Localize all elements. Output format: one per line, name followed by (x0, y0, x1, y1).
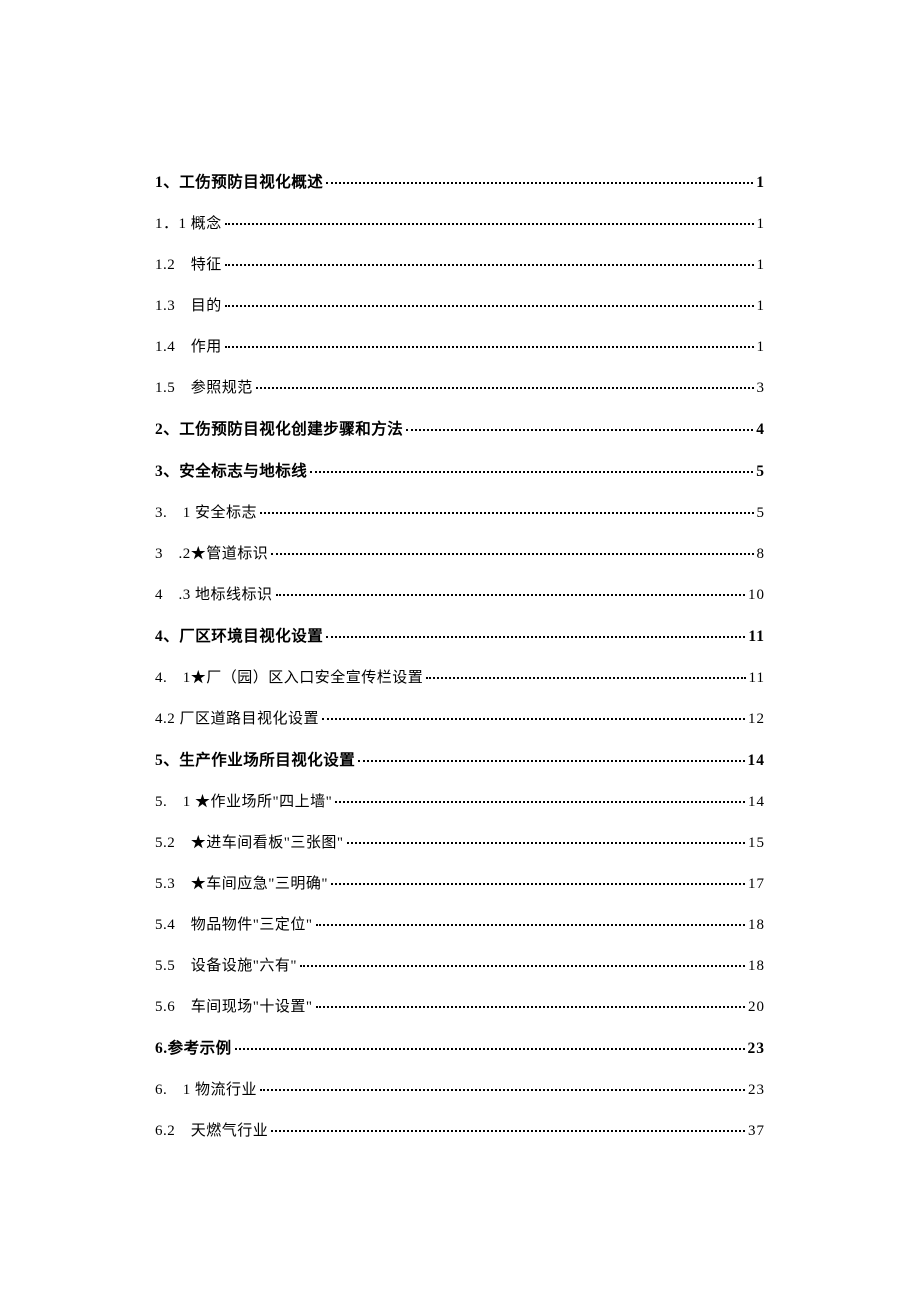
toc-leader (276, 584, 745, 599)
toc-label: 1.2 特征 (155, 253, 222, 274)
toc-leader (326, 626, 745, 642)
toc-entry: 3. 1 安全标志 5 (155, 501, 765, 522)
toc-label: 5.3 ★车间应急"三明确" (155, 872, 328, 893)
toc-entry: 5.2 ★进车间看板"三张图" 15 (155, 831, 765, 852)
toc-entry: 1、工伤预防目视化概述 1 (155, 170, 765, 192)
toc-leader (300, 955, 745, 970)
toc-entry: 4、厂区环境目视化设置 11 (155, 624, 765, 646)
toc-label: 1.4 作用 (155, 335, 222, 356)
toc-page-number: 4 (756, 421, 765, 439)
toc-page-number: 8 (757, 546, 766, 563)
toc-entry: 5. 1 ★作业场所"四上墙" 14 (155, 790, 765, 811)
toc-page-number: 23 (748, 1082, 765, 1099)
toc-leader (260, 1079, 745, 1094)
toc-leader (260, 502, 753, 517)
toc-entry: 5.6 车间现场"十设置" 20 (155, 995, 765, 1016)
toc-label: 5.2 ★进车间看板"三张图" (155, 831, 344, 852)
toc-label: 1.3 目的 (155, 294, 222, 315)
toc-label: 4.2 厂区道路目视化设置 (155, 707, 319, 728)
toc-page-number: 1 (756, 174, 765, 192)
toc-entry: 5.4 物品物件"三定位" 18 (155, 913, 765, 934)
toc-page-number: 1 (757, 298, 766, 315)
toc-page-number: 18 (748, 958, 765, 975)
toc-label: 6.2 天燃气行业 (155, 1119, 268, 1140)
toc-entry: 4.2 厂区道路目视化设置 12 (155, 707, 765, 728)
toc-leader (271, 543, 753, 558)
toc-leader (358, 750, 744, 766)
toc-label: 3. 1 安全标志 (155, 501, 257, 522)
toc-page-number: 14 (748, 794, 765, 811)
toc-page-number: 5 (757, 505, 766, 522)
toc-leader (310, 461, 753, 477)
toc-entry: 6.参考示例 23 (155, 1036, 765, 1058)
toc-page-number: 11 (748, 628, 765, 646)
toc-page-number: 5 (756, 463, 765, 481)
toc-label: 2、工伤预防目视化创建步骤和方法 (155, 417, 403, 439)
toc-page-number: 18 (748, 917, 765, 934)
toc-label: 1、工伤预防目视化概述 (155, 170, 323, 192)
toc-leader (225, 336, 754, 351)
toc-page-number: 20 (748, 999, 765, 1016)
toc-leader (225, 295, 754, 310)
table-of-contents: 1、工伤预防目视化概述11．1 概念11.2 特征11.3 目的11.4 作用1… (155, 170, 765, 1140)
toc-leader (326, 172, 753, 188)
toc-label: 5、生产作业场所目视化设置 (155, 748, 355, 770)
toc-page-number: 3 (757, 380, 766, 397)
toc-page-number: 37 (748, 1123, 765, 1140)
toc-entry: 1.2 特征 1 (155, 253, 765, 274)
toc-leader (316, 996, 746, 1011)
toc-entry: 6.2 天燃气行业 37 (155, 1119, 765, 1140)
toc-entry: 2、工伤预防目视化创建步骤和方法 4 (155, 417, 765, 439)
toc-entry: 1.5 参照规范 3 (155, 376, 765, 397)
toc-leader (256, 377, 754, 392)
toc-leader (335, 791, 745, 806)
toc-label: 6.参考示例 (155, 1036, 232, 1058)
toc-label: 3、安全标志与地标线 (155, 459, 307, 481)
toc-entry: 3、安全标志与地标线 5 (155, 459, 765, 481)
toc-leader (406, 419, 753, 435)
toc-page-number: 10 (748, 587, 765, 604)
toc-leader (225, 254, 754, 269)
toc-page-number: 11 (749, 670, 765, 687)
toc-page-number: 17 (748, 876, 765, 893)
toc-label: 1.5 参照规范 (155, 376, 253, 397)
toc-leader (235, 1038, 745, 1054)
toc-label: 5.5 设备设施"六有" (155, 954, 297, 975)
toc-page-number: 12 (748, 711, 765, 728)
toc-label: 4. 1★厂（园）区入口安全宣传栏设置 (155, 666, 423, 687)
toc-entry: 4 .3 地标线标识 10 (155, 583, 765, 604)
toc-entry: 1．1 概念 1 (155, 212, 765, 233)
toc-label: 5.4 物品物件"三定位" (155, 913, 313, 934)
toc-entry: 5.3 ★车间应急"三明确" 17 (155, 872, 765, 893)
toc-entry: 1.4 作用 1 (155, 335, 765, 356)
toc-leader (426, 667, 745, 682)
toc-entry: 5、生产作业场所目视化设置 14 (155, 748, 765, 770)
toc-leader (316, 914, 746, 929)
toc-label: 3 .2★管道标识 (155, 542, 268, 563)
toc-page-number: 14 (748, 752, 766, 770)
toc-leader (271, 1120, 745, 1135)
toc-leader (347, 832, 746, 847)
toc-label: 4、厂区环境目视化设置 (155, 624, 323, 646)
toc-entry: 1.3 目的 1 (155, 294, 765, 315)
toc-leader (225, 213, 754, 228)
toc-entry: 5.5 设备设施"六有" 18 (155, 954, 765, 975)
toc-leader (331, 873, 745, 888)
toc-label: 6. 1 物流行业 (155, 1078, 257, 1099)
toc-label: 1．1 概念 (155, 212, 222, 233)
toc-page-number: 23 (748, 1040, 766, 1058)
toc-page-number: 1 (757, 339, 766, 356)
toc-label: 5. 1 ★作业场所"四上墙" (155, 790, 332, 811)
toc-entry: 4. 1★厂（园）区入口安全宣传栏设置 11 (155, 666, 765, 687)
toc-entry: 6. 1 物流行业 23 (155, 1078, 765, 1099)
toc-leader (322, 708, 745, 723)
toc-label: 4 .3 地标线标识 (155, 583, 273, 604)
toc-page-number: 1 (757, 257, 766, 274)
toc-label: 5.6 车间现场"十设置" (155, 995, 313, 1016)
toc-entry: 3 .2★管道标识 8 (155, 542, 765, 563)
toc-page-number: 15 (748, 835, 765, 852)
toc-page-number: 1 (757, 216, 766, 233)
